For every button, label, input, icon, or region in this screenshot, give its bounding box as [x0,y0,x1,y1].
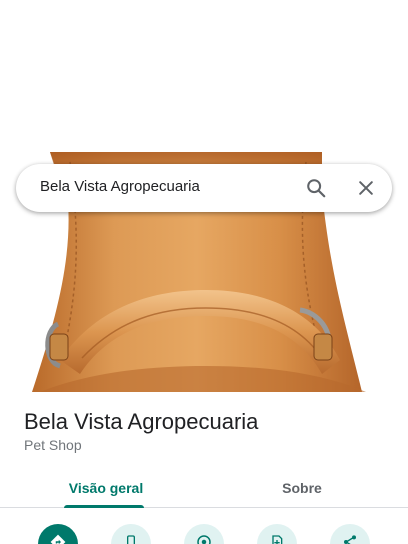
tab-bar: Visão geral Sobre [0,468,408,508]
nearby-button[interactable] [184,524,224,544]
share-button[interactable] [330,524,370,544]
search-input[interactable]: Bela Vista Agropecuaria [40,178,200,195]
tab-about[interactable]: Sobre [200,468,404,508]
share-icon [344,535,356,544]
search-button[interactable] [302,174,330,202]
place-category: Pet Shop [24,437,82,453]
active-tab-indicator [64,505,144,508]
call-button[interactable] [111,524,151,544]
action-row [0,520,408,544]
tab-overview[interactable]: Visão geral [4,468,208,508]
search-bar[interactable]: Bela Vista Agropecuaria [16,164,392,212]
directions-button[interactable] [38,524,78,544]
search-icon [307,179,326,198]
place-title: Bela Vista Agropecuaria [24,409,259,434]
directions-icon [50,534,66,544]
clear-search-button[interactable] [352,174,380,202]
phone-icon [127,535,135,544]
save-icon [272,535,283,544]
close-icon [359,181,373,195]
location-icon [197,535,211,544]
save-button[interactable] [257,524,297,544]
